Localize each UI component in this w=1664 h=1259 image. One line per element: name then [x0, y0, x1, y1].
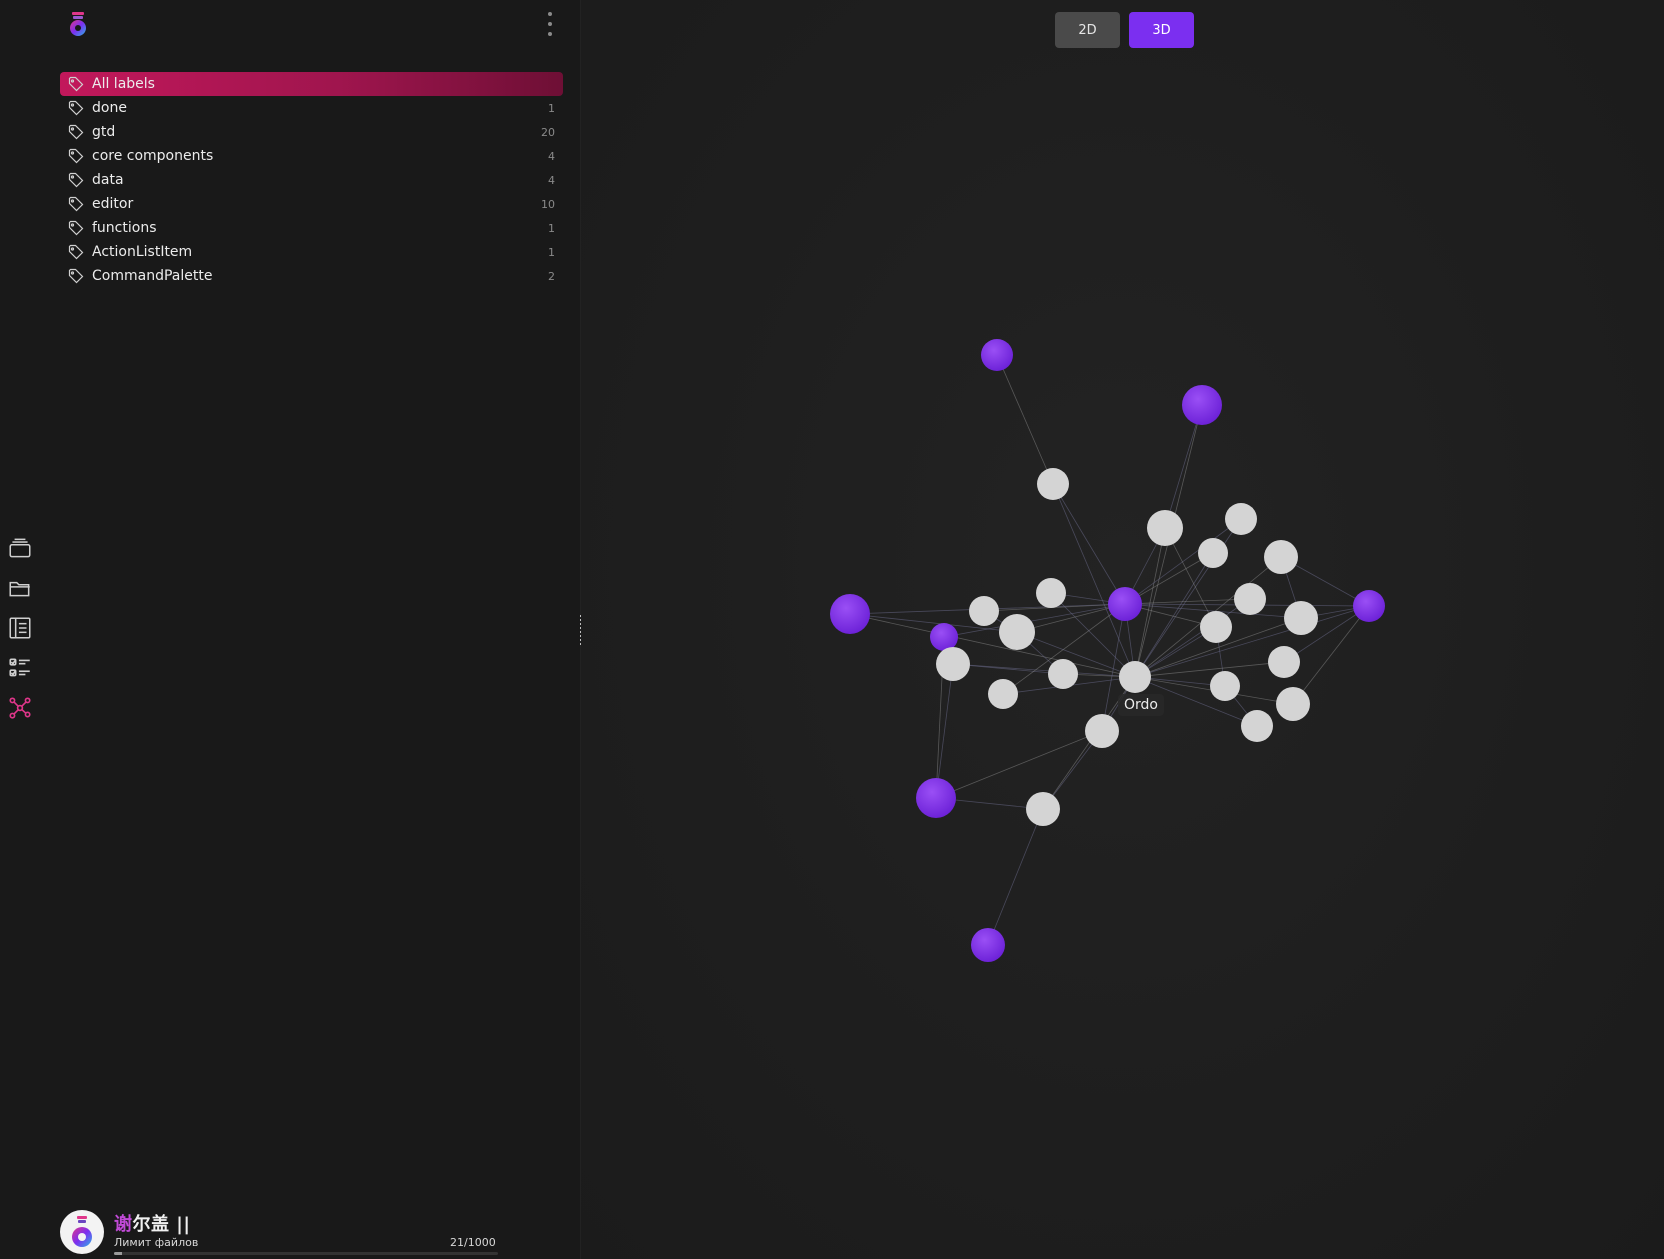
tag-icon — [68, 76, 84, 92]
avatar[interactable] — [60, 1210, 104, 1254]
label-item-all-labels[interactable]: All labels — [60, 72, 563, 96]
label-text: gtd — [92, 124, 116, 140]
label-text: editor — [92, 196, 134, 212]
note-node[interactable] — [1284, 601, 1318, 635]
tag-icon — [68, 148, 84, 164]
graph-edge — [1134, 552, 1214, 678]
graph-icon[interactable] — [6, 694, 34, 722]
label-item-core-components[interactable]: core components 4 — [60, 144, 563, 168]
notes-icon[interactable] — [6, 614, 34, 642]
label-count: 1 — [548, 101, 555, 115]
label-node[interactable] — [1108, 587, 1142, 621]
tag-icon — [68, 244, 84, 260]
graph-edge — [1134, 605, 1370, 678]
note-node[interactable] — [1268, 646, 1300, 678]
file-limit-count: 21/1000 — [450, 1236, 496, 1249]
tag-icon — [68, 220, 84, 236]
graph-edge — [1134, 661, 1285, 678]
more-menu-icon[interactable] — [540, 12, 560, 36]
label-count: 4 — [548, 149, 555, 163]
file-limit-progress-fill — [114, 1252, 123, 1255]
graph-canvas[interactable] — [581, 0, 1664, 1259]
note-node[interactable] — [1210, 671, 1240, 701]
label-text: core components — [92, 148, 214, 164]
graph-view[interactable]: 2D 3D Ordo — [581, 0, 1664, 1259]
tag-icon — [68, 172, 84, 188]
user-name: 谢尔盖 || — [114, 1210, 190, 1236]
note-node[interactable] — [1037, 468, 1069, 500]
label-list: All labels done 1 gtd 20 core components 4 data… — [60, 72, 563, 288]
label-node[interactable] — [1353, 590, 1385, 622]
note-node[interactable] — [1036, 578, 1066, 608]
label-node[interactable] — [830, 594, 870, 634]
note-node[interactable] — [1119, 661, 1151, 693]
label-count: 4 — [548, 173, 555, 187]
note-node[interactable] — [988, 679, 1018, 709]
labels-sidebar: All labels done 1 gtd 20 core components 4 data… — [40, 0, 581, 1259]
note-node[interactable] — [1276, 687, 1310, 721]
note-node[interactable] — [1085, 714, 1119, 748]
file-limit-progress — [114, 1252, 498, 1255]
node-tooltip: Ordo — [1118, 694, 1164, 716]
label-item-data[interactable]: data 4 — [60, 168, 563, 192]
label-item-functions[interactable]: functions 1 — [60, 216, 563, 240]
graph-edge — [996, 354, 1054, 485]
label-count: 2 — [548, 269, 555, 283]
note-node[interactable] — [1198, 538, 1228, 568]
label-item-editor[interactable]: editor 10 — [60, 192, 563, 216]
tag-icon — [68, 124, 84, 140]
label-count: 1 — [548, 245, 555, 259]
note-node[interactable] — [1241, 710, 1273, 742]
user-name-rest: 尔盖 || — [132, 1214, 191, 1235]
folder-icon[interactable] — [6, 574, 34, 602]
graph-edge — [987, 808, 1044, 946]
note-node[interactable] — [1200, 611, 1232, 643]
note-node[interactable] — [969, 596, 999, 626]
user-footer: 谢尔盖 || Лимит файлов 21/1000 — [60, 1208, 510, 1256]
app-window: All labels done 1 gtd 20 core components 4 data… — [0, 0, 1664, 1259]
note-node[interactable] — [1048, 659, 1078, 689]
graph-edge — [952, 663, 1136, 678]
file-limit-label: Лимит файлов — [114, 1236, 199, 1249]
label-item-done[interactable]: done 1 — [60, 96, 563, 120]
note-node[interactable] — [936, 647, 970, 681]
label-count: 1 — [548, 221, 555, 235]
note-node[interactable] — [1234, 583, 1266, 615]
tag-icon — [68, 100, 84, 116]
note-node[interactable] — [1026, 792, 1060, 826]
tag-icon — [68, 196, 84, 212]
label-count: 20 — [541, 125, 555, 139]
label-node[interactable] — [930, 623, 958, 651]
label-text: CommandPalette — [92, 268, 213, 284]
label-node[interactable] — [981, 339, 1013, 371]
tasks-icon[interactable] — [6, 654, 34, 682]
tag-icon — [68, 268, 84, 284]
label-node[interactable] — [971, 928, 1005, 962]
label-node[interactable] — [916, 778, 956, 818]
user-name-accent: 谢 — [114, 1214, 133, 1235]
label-text: done — [92, 100, 127, 116]
label-text: data — [92, 172, 124, 188]
label-text: functions — [92, 220, 157, 236]
label-text: All labels — [92, 76, 155, 92]
label-item-commandpalette[interactable]: CommandPalette 2 — [60, 264, 563, 288]
app-logo[interactable] — [64, 10, 92, 38]
label-item-actionlistitem[interactable]: ActionListItem 1 — [60, 240, 563, 264]
label-item-gtd[interactable]: gtd 20 — [60, 120, 563, 144]
note-node[interactable] — [999, 614, 1035, 650]
inbox-icon[interactable] — [6, 534, 34, 562]
label-node[interactable] — [1182, 385, 1222, 425]
label-count: 10 — [541, 197, 555, 211]
icon-rail — [0, 0, 40, 1259]
label-text: ActionListItem — [92, 244, 193, 260]
graph-edge — [935, 663, 954, 799]
note-node[interactable] — [1264, 540, 1298, 574]
graph-edge — [1124, 598, 1251, 605]
note-node[interactable] — [1225, 503, 1257, 535]
note-node[interactable] — [1147, 510, 1183, 546]
